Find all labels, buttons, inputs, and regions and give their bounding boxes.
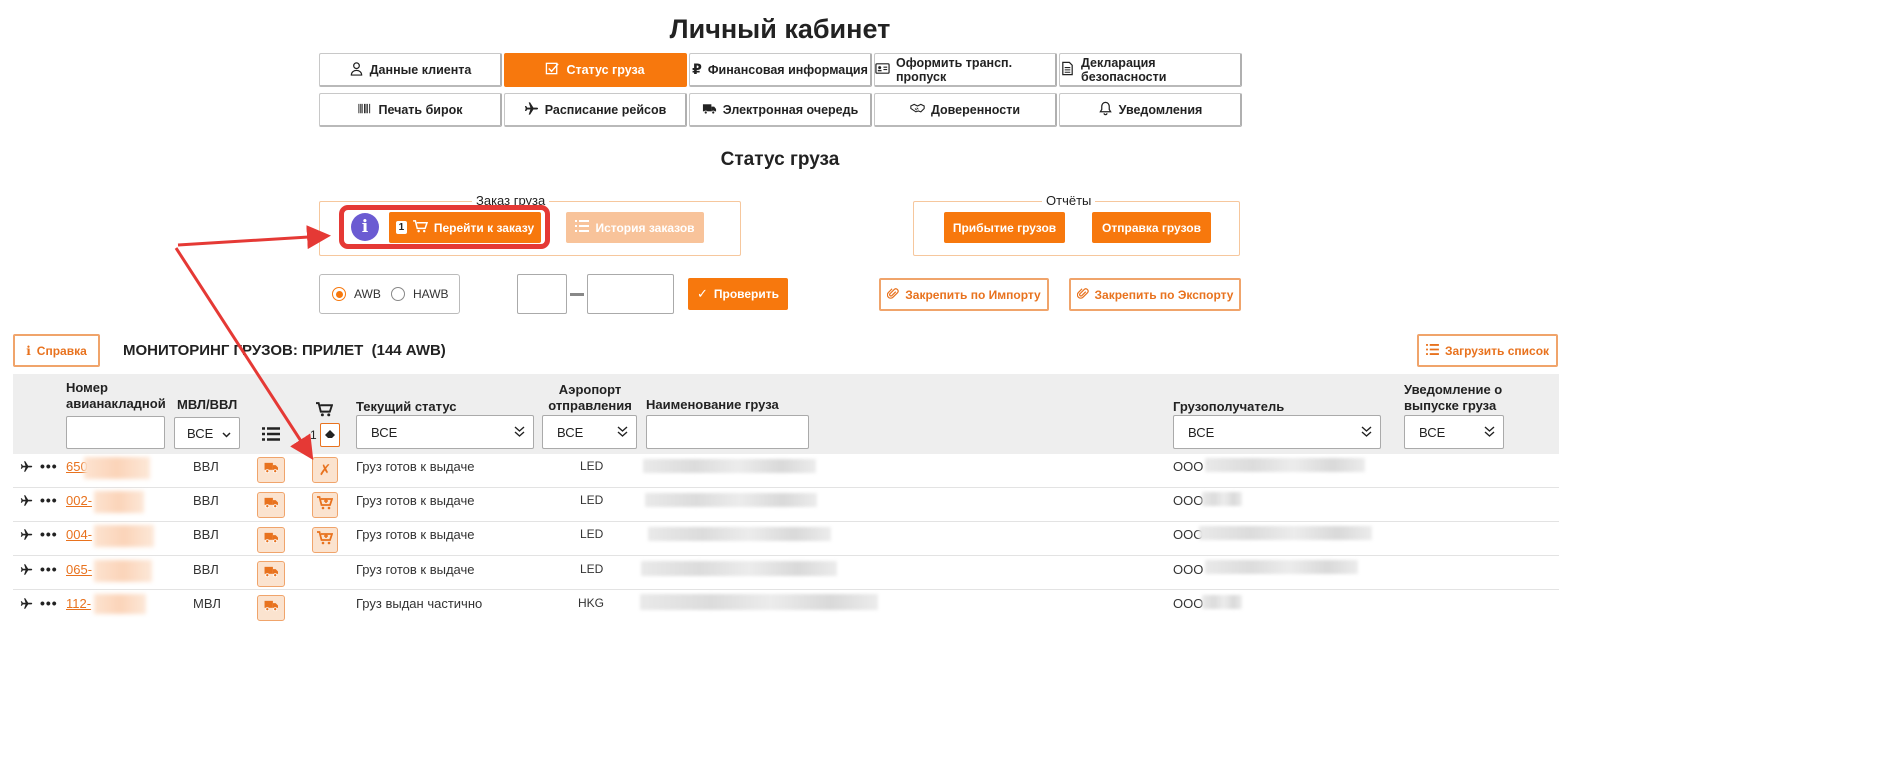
arrow-to-cart: [174, 247, 314, 461]
arrow-to-order: [177, 225, 331, 250]
annotation-arrows: [174, 225, 331, 461]
